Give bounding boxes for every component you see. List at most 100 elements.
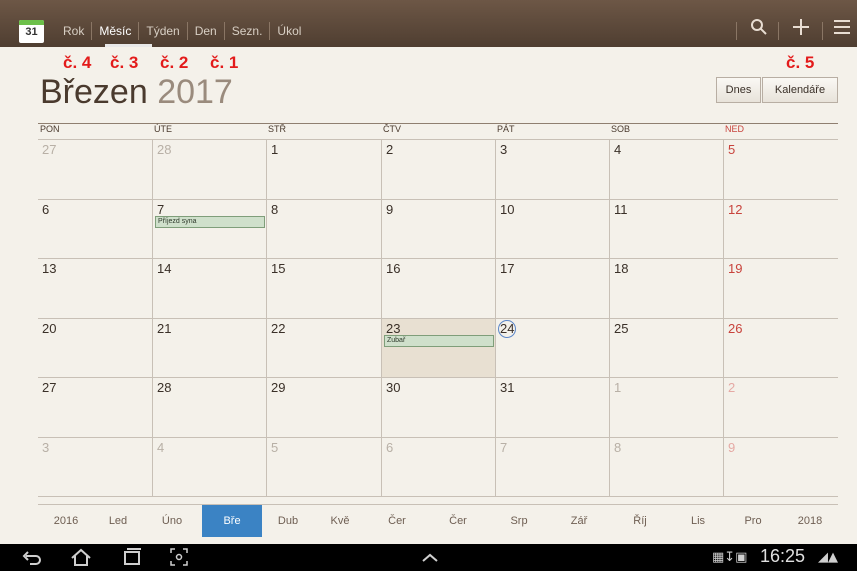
month-nav-item[interactable]: Čer xyxy=(428,515,488,527)
day-number: 18 xyxy=(614,261,629,276)
day-number: 9 xyxy=(386,201,394,217)
home-icon[interactable] xyxy=(70,548,92,570)
day-cell[interactable]: 19 xyxy=(723,258,838,318)
day-cell[interactable]: 20 xyxy=(38,317,152,378)
month-nav-item[interactable]: Led xyxy=(94,515,142,527)
day-cell[interactable]: 31 xyxy=(495,377,609,437)
day-number: 14 xyxy=(157,261,172,276)
weekday-header: ČTV xyxy=(383,124,401,134)
tab-list[interactable]: Sezn. xyxy=(225,22,271,40)
annotation-3: č. 3 xyxy=(110,53,139,72)
day-number: 19 xyxy=(728,261,743,276)
day-cell[interactable]: 5 xyxy=(723,139,838,199)
today-button[interactable]: Dnes xyxy=(716,77,761,103)
day-cell[interactable]: 7 xyxy=(495,436,609,496)
day-number: 13 xyxy=(42,261,57,276)
menu-icon[interactable] xyxy=(834,18,852,40)
recent-apps-icon[interactable] xyxy=(122,548,142,570)
day-cell[interactable]: 8 xyxy=(609,436,723,496)
day-cell[interactable]: 3 xyxy=(38,436,152,497)
weekday-header: PON xyxy=(40,124,60,134)
add-event-icon[interactable] xyxy=(792,18,810,40)
month-nav-item[interactable]: Dub xyxy=(262,515,314,527)
event-chip[interactable]: Příjezd syna xyxy=(155,215,265,228)
day-cell[interactable]: 1 xyxy=(609,377,723,437)
tab-task[interactable]: Úkol xyxy=(270,22,308,40)
day-cell[interactable]: 9 xyxy=(381,198,495,258)
day-cell[interactable]: 28 xyxy=(152,377,266,437)
day-number: 4 xyxy=(157,439,165,455)
month-nav-item[interactable]: Bře xyxy=(202,504,262,537)
month-nav-item[interactable]: Říj xyxy=(608,515,672,527)
day-number: 12 xyxy=(728,201,743,217)
back-icon[interactable] xyxy=(22,548,42,570)
day-cell[interactable]: 3 xyxy=(495,139,609,199)
day-number: 6 xyxy=(386,439,394,455)
screenshot-icon[interactable] xyxy=(170,548,188,570)
day-cell[interactable]: 27 xyxy=(38,377,152,437)
day-number: 1 xyxy=(614,380,622,395)
day-cell[interactable]: 27 xyxy=(38,139,152,199)
day-number: 20 xyxy=(42,320,57,336)
day-number: 2 xyxy=(728,380,736,395)
day-cell[interactable]: 1 xyxy=(266,139,381,199)
day-cell[interactable]: 9 xyxy=(723,436,838,496)
day-cell[interactable]: 6 xyxy=(38,198,152,259)
year-nav-item[interactable]: 2018 xyxy=(782,515,838,527)
day-cell[interactable]: 17 xyxy=(495,258,609,318)
weekday-header: STŘ xyxy=(268,124,286,134)
day-cell[interactable]: 5 xyxy=(266,436,381,496)
tab-year[interactable]: Rok xyxy=(56,22,93,40)
month-nav-item[interactable]: Zář xyxy=(550,515,608,527)
day-number: 7 xyxy=(157,201,165,217)
month-nav-item[interactable]: Kvě xyxy=(314,515,366,527)
day-cell[interactable]: 2 xyxy=(723,377,838,437)
day-number: 23 xyxy=(386,320,401,336)
day-cell[interactable]: 25 xyxy=(609,317,723,377)
tab-day[interactable]: Den xyxy=(188,22,225,40)
day-cell[interactable]: 15 xyxy=(266,258,381,318)
tab-week[interactable]: Týden xyxy=(139,22,188,40)
toolbar-divider xyxy=(822,22,823,40)
day-cell[interactable]: 26 xyxy=(723,317,838,377)
day-cell[interactable]: 12 xyxy=(723,198,838,258)
day-cell[interactable]: 2 xyxy=(381,139,495,199)
calendars-button[interactable]: Kalendáře xyxy=(762,77,838,103)
tab-month[interactable]: Měsíc xyxy=(92,22,140,40)
day-number: 5 xyxy=(728,142,736,157)
day-cell[interactable]: 8 xyxy=(266,198,381,258)
year-nav-item[interactable]: 2016 xyxy=(38,515,94,527)
event-chip[interactable]: Zubař xyxy=(384,334,494,347)
day-cell[interactable]: 14 xyxy=(152,258,266,318)
day-cell[interactable]: 24 xyxy=(495,317,609,377)
day-cell[interactable]: 29 xyxy=(266,377,381,437)
day-cell[interactable]: 18 xyxy=(609,258,723,318)
day-cell[interactable]: 21 xyxy=(152,317,266,377)
day-cell[interactable]: 22 xyxy=(266,317,381,377)
day-cell[interactable]: 10 xyxy=(495,198,609,258)
chevron-up-icon[interactable] xyxy=(420,548,440,570)
month-nav-item[interactable]: Úno xyxy=(142,515,202,527)
day-cell[interactable]: 30 xyxy=(381,377,495,437)
day-number: 17 xyxy=(500,261,515,276)
search-icon[interactable] xyxy=(750,18,768,40)
day-number: 31 xyxy=(500,380,515,395)
day-cell[interactable]: 23 xyxy=(381,317,495,377)
day-cell[interactable]: 28 xyxy=(152,139,266,199)
day-cell[interactable]: 6 xyxy=(381,436,495,496)
month-nav-item[interactable]: Srp xyxy=(488,515,550,527)
day-cell[interactable]: 4 xyxy=(609,139,723,199)
month-nav-item[interactable]: Čer xyxy=(366,515,428,527)
day-cell[interactable]: 16 xyxy=(381,258,495,318)
month-nav-item[interactable]: Pro xyxy=(724,515,782,527)
month-nav-item[interactable]: Lis xyxy=(672,515,724,527)
annotation-4: č. 4 xyxy=(63,53,92,72)
calendar-app-icon[interactable]: 31 xyxy=(19,20,44,43)
day-number: 8 xyxy=(614,439,622,455)
day-cell[interactable]: 4 xyxy=(152,436,266,496)
day-cell[interactable]: 11 xyxy=(609,198,723,258)
day-number: 29 xyxy=(271,380,286,395)
day-cell[interactable]: 13 xyxy=(38,258,152,318)
day-cell[interactable]: 7 xyxy=(152,198,266,258)
day-number: 6 xyxy=(42,201,50,217)
